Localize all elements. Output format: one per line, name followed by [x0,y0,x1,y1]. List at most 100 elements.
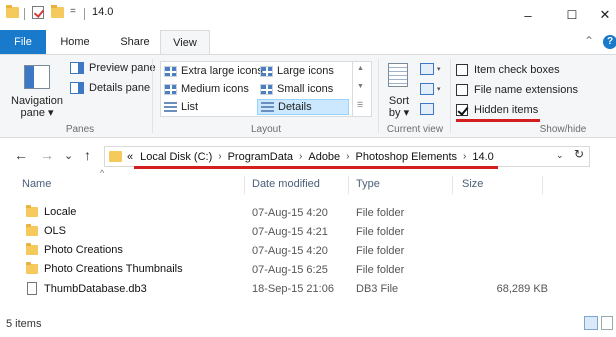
size-columns-icon[interactable] [420,103,434,115]
properties-check-icon[interactable] [32,6,44,19]
column-separator[interactable] [348,176,349,194]
details-label: Details [278,101,312,113]
file-name-extensions-label: File name extensions [474,84,578,96]
hidden-items-highlight [456,119,540,122]
breadcrumb-separator[interactable]: › [346,151,349,162]
file-date: 07-Aug-15 4:20 [252,207,328,219]
hidden-items-option[interactable]: Hidden items [456,104,538,116]
back-button[interactable]: ← [14,147,28,163]
details-option[interactable]: Details [257,99,349,115]
item-check-boxes-option[interactable]: Item check boxes [456,64,560,76]
file-size: 68,289 KB [496,283,548,295]
small-icons-label: Small icons [277,83,334,95]
navigation-pane-button[interactable]: Navigation pane ▾ [4,95,70,119]
item-check-boxes-label: Item check boxes [474,64,560,76]
column-separator[interactable] [542,176,543,194]
group-label-panes: Panes [65,124,95,135]
sort-by-icon[interactable] [388,63,408,87]
breadcrumb-14-0[interactable]: 14.0 [472,151,493,163]
tab-view[interactable]: View [160,30,210,55]
breadcrumb-adobe[interactable]: Adobe [308,151,340,163]
file-name-extensions-checkbox[interactable] [456,84,468,96]
collapse-ribbon-icon[interactable]: ⌃ [584,34,594,48]
preview-pane-button[interactable]: Preview pane [70,62,156,74]
column-header-size[interactable]: Size [462,178,483,190]
small-icons-icon [260,83,273,95]
folder-icon [26,224,38,236]
list-item[interactable]: ThumbDatabase.db3 18-Sep-15 21:06 DB3 Fi… [26,279,566,298]
address-dropdown-icon[interactable]: ⌄ [556,150,564,161]
file-date: 18-Sep-15 21:06 [252,283,334,295]
refresh-icon[interactable]: ↻ [574,147,584,161]
file-name-extensions-option[interactable]: File name extensions [456,84,578,96]
address-bar[interactable]: « Local Disk (C:) › ProgramData › Adobe … [104,146,590,167]
large-icons-option[interactable]: Large icons [260,65,334,77]
folder-icon [26,243,38,255]
recent-locations-button[interactable]: ⌄ [64,149,73,162]
column-header-name[interactable]: Name [22,178,51,190]
forward-button[interactable]: → [40,147,54,163]
expand-gallery-icon[interactable]: ☰ [357,101,363,109]
folder-icon [26,262,38,274]
maximize-button[interactable]: ☐ [550,0,594,30]
tab-share[interactable]: Share [112,30,158,54]
minimize-button[interactable]: – [506,0,550,30]
item-check-boxes-checkbox[interactable] [456,64,468,76]
scroll-up-icon[interactable]: ▲ [357,65,364,72]
medium-icons-option[interactable]: Medium icons [164,83,249,95]
column-header-date-modified[interactable]: Date modified [252,178,320,190]
extra-large-icons-option[interactable]: Extra large icons [164,65,263,77]
navigation-pane-icon[interactable] [24,65,50,89]
group-label-show-hide: Show/hide [539,124,587,135]
breadcrumb-photoshop-elements[interactable]: Photoshop Elements [356,151,458,163]
help-icon[interactable]: ? [603,35,616,49]
list-item[interactable]: Locale 07-Aug-15 4:20 File folder [26,203,566,222]
breadcrumb-programdata[interactable]: ProgramData [228,151,293,163]
add-columns-dropdown-icon[interactable]: ▾ [437,85,441,93]
breadcrumb-overflow[interactable]: « [127,151,133,163]
column-header-type[interactable]: Type [356,178,380,190]
list-item[interactable]: Photo Creations 07-Aug-15 4:20 File fold… [26,241,566,260]
details-pane-label: Details pane [89,82,151,94]
group-by-dropdown-icon[interactable]: ▾ [437,65,441,73]
details-icon [261,101,274,113]
breadcrumb-separator[interactable]: › [218,151,221,162]
medium-icons-label: Medium icons [181,83,249,95]
file-icon [27,282,37,295]
group-by-icon[interactable] [420,63,434,75]
column-separator[interactable] [452,176,453,194]
extra-large-icons-icon [164,65,177,77]
details-pane-button[interactable]: Details pane [70,82,150,94]
list-item[interactable]: Photo Creations Thumbnails 07-Aug-15 6:2… [26,260,566,279]
scroll-down-icon[interactable]: ▼ [357,83,364,90]
column-separator[interactable] [244,176,245,194]
new-folder-icon[interactable] [51,5,64,18]
layout-scrollbar[interactable]: ▲ ▼ ☰ [352,61,372,117]
up-button[interactable]: ↑ [84,147,91,163]
folder-icon [6,5,19,18]
hidden-items-checkbox[interactable] [456,104,468,116]
close-button[interactable]: ✕ [594,0,616,30]
file-type: DB3 File [356,283,399,295]
sort-ascending-icon: ^ [100,168,105,178]
breadcrumb-separator[interactable]: › [299,151,302,162]
quick-access-dropdown[interactable]: = [70,6,76,17]
title-separator [24,8,25,20]
file-type: File folder [356,226,405,238]
sort-by-button[interactable]: Sort by ▾ [382,95,416,119]
list-item[interactable]: OLS 07-Aug-15 4:21 File folder [26,222,566,241]
small-icons-option[interactable]: Small icons [260,83,333,95]
tab-home[interactable]: Home [52,30,98,54]
file-date: 07-Aug-15 4:21 [252,226,328,238]
details-view-icon[interactable] [584,316,598,330]
tab-file[interactable]: File [0,30,46,54]
title-bar: = 14.0 – ☐ ✕ [0,0,616,30]
large-icons-view-icon[interactable] [601,316,613,330]
extra-large-icons-label: Extra large icons [181,65,263,77]
breadcrumb-local-disk[interactable]: Local Disk (C:) [140,151,212,163]
breadcrumb-separator[interactable]: › [463,151,466,162]
list-icon [164,101,177,113]
add-columns-icon[interactable] [420,83,434,95]
list-option[interactable]: List [164,101,198,113]
file-name: Locale [44,206,77,218]
